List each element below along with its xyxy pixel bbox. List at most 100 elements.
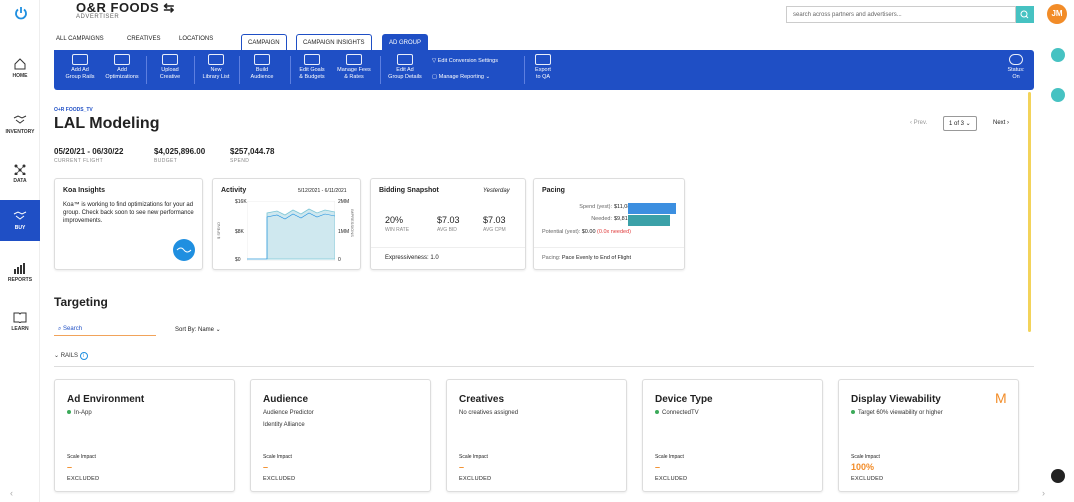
prev-button[interactable]: ‹ Prev. xyxy=(910,120,927,126)
power-icon[interactable] xyxy=(14,6,28,20)
rail-card-line: Identity Alliance xyxy=(263,422,305,428)
rail-card[interactable]: Ad Environment In-App Scale Impact – EXCLUDE… xyxy=(54,379,235,492)
right-nav: › xyxy=(1042,40,1074,502)
activity-title: Activity xyxy=(221,187,247,194)
undo-icon[interactable] xyxy=(1051,469,1065,483)
chevron-down-icon: ⌄ xyxy=(485,74,491,80)
bidding-title: Bidding Snapshot xyxy=(379,187,439,194)
brand-sub: ADVERTISER xyxy=(76,14,120,20)
upload-creative-button[interactable]: Upload Creative xyxy=(150,54,190,80)
scroll-indicator[interactable] xyxy=(1028,92,1031,332)
nav-data-label: DATA xyxy=(13,178,27,184)
needed-label: Needed: xyxy=(591,216,612,222)
edit-conversion-settings-button[interactable]: ▽ Edit Conversion Settings xyxy=(432,58,498,65)
spend-bar xyxy=(628,203,676,214)
rail-card[interactable]: Device Type ConnectedTV Scale Impact – EXCLU… xyxy=(642,379,823,492)
page-title: LAL Modeling xyxy=(54,115,160,132)
search-button[interactable] xyxy=(1016,6,1034,23)
breadcrumb[interactable]: O+R FOODS_TV xyxy=(54,107,93,113)
manage-fees-button[interactable]: Manage Fees & Rates xyxy=(334,54,374,80)
avg-cpm-value: $7.03 xyxy=(483,215,506,225)
status-dot-icon xyxy=(67,410,71,415)
toggle-icon xyxy=(1009,54,1023,65)
rail-card-title: Audience xyxy=(263,394,309,405)
page-select[interactable]: 1 of 3 ⌄ xyxy=(943,116,977,131)
left-nav: HOME INVENTORY DATA BUY REPORTS LEARN ‹ xyxy=(0,0,40,502)
wrench-icon[interactable] xyxy=(1051,88,1065,102)
rail-card-line: In-App xyxy=(67,410,92,416)
targeting-search-input[interactable]: ⌕ Search xyxy=(54,324,156,336)
edit-goals-button[interactable]: Edit Goals & Budgets xyxy=(292,54,332,80)
rail-card-title: Ad Environment xyxy=(67,394,145,405)
avatar[interactable]: JM xyxy=(1047,4,1067,24)
collapse-left-icon[interactable]: ‹ xyxy=(10,488,13,498)
collapse-right-icon[interactable]: › xyxy=(1042,488,1045,498)
excluded-label: EXCLUDED xyxy=(851,476,884,482)
pacing-footer: Pacing: Pace Evenly to End of Flight xyxy=(542,255,631,261)
status-dot-icon xyxy=(655,410,659,415)
nav-learn[interactable]: LEARN xyxy=(0,311,40,332)
status-dot-icon xyxy=(851,410,855,415)
excluded-label: EXCLUDED xyxy=(67,476,100,482)
koa-title: Koa Insights xyxy=(63,187,106,194)
book-icon xyxy=(13,312,27,323)
y-left-tick: $8K xyxy=(235,229,244,235)
nav-inventory[interactable]: INVENTORY xyxy=(0,114,40,135)
rail-card[interactable]: Audience Audience Predictor Identity Allia… xyxy=(250,379,431,492)
add-optimizations-button[interactable]: Add Optimizations xyxy=(102,54,142,80)
status-toggle[interactable]: Status: On xyxy=(1002,54,1030,80)
rail-card-line: Target 60% viewability or higher xyxy=(851,410,943,416)
global-search-input[interactable]: search across partners and advertisers..… xyxy=(786,6,1016,23)
edit-ad-group-details-button[interactable]: Edit Ad Group Details xyxy=(384,54,426,80)
koa-logo-icon xyxy=(173,239,195,261)
nav-buy[interactable]: BUY xyxy=(0,200,40,241)
scale-impact-value: – xyxy=(655,462,661,472)
tab-all-campaigns[interactable]: ALL CAMPAIGNS xyxy=(56,36,104,42)
tab-campaign-insights[interactable]: CAMPAIGN INSIGHTS xyxy=(296,34,372,50)
tab-ad-group[interactable]: AD GROUP xyxy=(382,34,429,50)
rail-card[interactable]: Display Viewability Target 60% viewabilit… xyxy=(838,379,1019,492)
cloud-icon[interactable] xyxy=(1051,48,1065,62)
build-audience-button[interactable]: Build Audience xyxy=(242,54,282,80)
audience-icon xyxy=(254,54,270,65)
tab-creatives[interactable]: CREATIVES xyxy=(127,36,161,42)
koa-body: Koa™ is working to find optimizations fo… xyxy=(63,202,194,224)
avg-cpm-label: AVG CPM xyxy=(483,227,506,233)
y-right-tick: 0 xyxy=(338,257,341,263)
rail-card-title: Display Viewability xyxy=(851,394,941,405)
tab-campaign[interactable]: CAMPAIGN xyxy=(241,34,287,50)
m-badge-icon: M xyxy=(995,390,1007,406)
switch-icon[interactable]: ⇆ xyxy=(163,0,174,15)
add-ad-group-rails-button[interactable]: Add Ad Group Rails xyxy=(60,54,100,80)
spend-label: Spend (yest): xyxy=(579,204,612,210)
rail-card-line: No creatives assigned xyxy=(459,410,519,416)
scale-impact-value: – xyxy=(67,462,73,472)
ad-group-toolbar: Add Ad Group Rails Add Optimizations Uploa… xyxy=(54,50,1034,90)
nav-home[interactable]: HOME xyxy=(0,58,40,79)
flight-label: CURRENT FLIGHT xyxy=(54,158,104,164)
y-left-tick: $0 xyxy=(235,257,241,263)
export-to-qa-button[interactable]: Export to QA xyxy=(528,54,558,80)
manage-reporting-button[interactable]: ▢ Manage Reporting ⌄ xyxy=(432,74,490,81)
nav-data[interactable]: DATA xyxy=(0,163,40,184)
rails-toggle[interactable]: ⌄ RAILS i xyxy=(54,352,88,360)
info-icon[interactable]: i xyxy=(79,352,88,360)
nav-buy-label: BUY xyxy=(14,225,26,231)
handshake-icon xyxy=(13,115,27,124)
needed-bar xyxy=(628,215,670,226)
bidding-period: Yesterday xyxy=(483,188,510,194)
budget-value: $4,025,896.00 xyxy=(154,147,206,156)
upload-icon xyxy=(162,54,178,65)
win-rate-value: 20% xyxy=(385,215,404,225)
koa-insights-card: Koa Insights Koa™ is working to find opt… xyxy=(54,178,203,270)
rail-card[interactable]: Creatives No creatives assigned Scale Impa… xyxy=(446,379,627,492)
bidding-snapshot-card: Bidding Snapshot Yesterday 20% WIN RATE … xyxy=(370,178,526,270)
tab-locations[interactable]: LOCATIONS xyxy=(179,36,213,42)
new-library-list-button[interactable]: New Library List xyxy=(196,54,236,80)
next-button[interactable]: Next › xyxy=(993,120,1009,126)
spend-label: SPEND xyxy=(230,158,250,164)
scale-impact-label: Scale Impact xyxy=(263,454,292,460)
nav-reports[interactable]: REPORTS xyxy=(0,262,40,283)
sort-dropdown[interactable]: Sort By: Name ⌄ xyxy=(175,326,221,333)
export-icon xyxy=(535,54,551,65)
